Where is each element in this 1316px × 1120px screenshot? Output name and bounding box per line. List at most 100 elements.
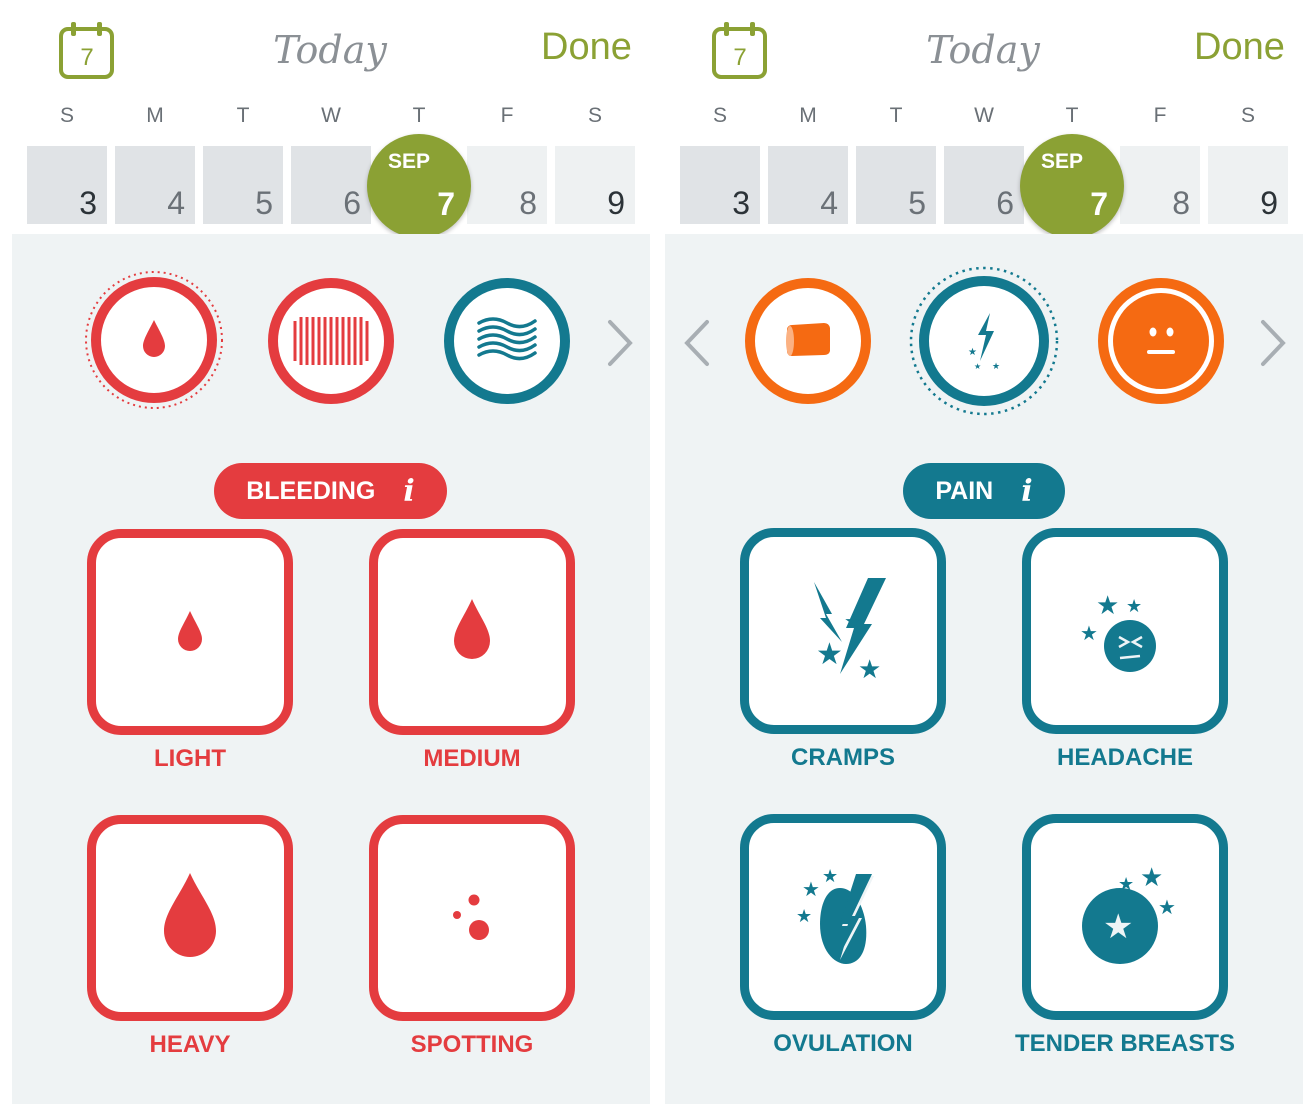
svg-text:★: ★ — [968, 347, 977, 358]
info-icon[interactable]: i — [403, 474, 414, 509]
svg-text:★: ★ — [1118, 874, 1134, 894]
option-tender-breasts[interactable]: ★ ★ ★ ★ TENDER BREASTS — [1015, 814, 1235, 1057]
option-cramps[interactable]: ★ ★ ★ CRAMPS — [740, 528, 946, 771]
date-cell[interactable]: 4 — [115, 146, 195, 224]
date-number: 5 — [255, 185, 273, 221]
category-label: BLEEDING — [246, 476, 376, 505]
weekday-letter: S — [712, 104, 727, 127]
option-label: SPOTTING — [410, 1031, 534, 1058]
date-cell[interactable]: 3 — [27, 146, 107, 224]
selected-day-number: 7 — [1090, 186, 1108, 222]
calendar-day-number: 7 — [80, 44, 93, 71]
svg-text:★: ★ — [844, 611, 862, 633]
date-cell[interactable]: 8 — [1120, 146, 1200, 224]
svg-text:★: ★ — [816, 638, 843, 671]
date-cell[interactable]: 6 — [291, 146, 371, 224]
option-medium[interactable]: MEDIUM — [369, 529, 575, 772]
svg-text:★: ★ — [796, 906, 812, 926]
weekday-letter: F — [1153, 104, 1167, 127]
date-number: 8 — [1172, 185, 1190, 221]
chevron-right-icon[interactable] — [1259, 318, 1289, 368]
option-label: CRAMPS — [790, 744, 895, 771]
option-light[interactable]: LIGHT — [87, 529, 293, 772]
date-cell[interactable]: 8 — [467, 146, 547, 224]
date-cell[interactable]: 9 — [1208, 146, 1288, 224]
spots-icon — [453, 894, 489, 940]
weekday-letter: T — [412, 104, 426, 127]
weekday-letter: T — [1065, 104, 1079, 127]
svg-text:★: ★ — [858, 654, 881, 684]
selected-day-number: 7 — [437, 186, 455, 222]
tampon-icon[interactable] — [744, 277, 872, 405]
calendar-icon[interactable]: 7 — [711, 20, 767, 79]
date-number: 9 — [1260, 185, 1278, 221]
tender-breasts-icon: ★ ★ ★ ★ — [1082, 862, 1176, 964]
option-heavy[interactable]: HEAVY — [87, 815, 293, 1058]
svg-text:★: ★ — [992, 361, 1000, 371]
option-label: OVULATION — [773, 1030, 913, 1057]
svg-text:★: ★ — [802, 879, 820, 901]
headache-icon: ★ ★ ★ — [1080, 590, 1156, 672]
category-label-pill[interactable]: PAIN i — [903, 463, 1065, 519]
weekday-letter: T — [889, 104, 903, 127]
svg-text:★: ★ — [1096, 590, 1119, 620]
selected-date[interactable]: SEP 7 — [1020, 134, 1124, 238]
date-number: 9 — [607, 185, 625, 221]
weekday-letter: M — [799, 104, 817, 127]
svg-text:★: ★ — [1140, 862, 1163, 892]
blood-drop-icon[interactable] — [84, 270, 224, 410]
date-cell[interactable]: 5 — [203, 146, 283, 224]
weekday-letter: W — [974, 104, 994, 127]
option-label: TENDER BREASTS — [1014, 1030, 1236, 1057]
tracking-panel-bleeding: 7 Today Done S M T W T F S 3 4 5 6 8 9 S… — [0, 0, 650, 1120]
selected-date[interactable]: SEP 7 — [367, 134, 471, 238]
weekday-letter: T — [236, 104, 250, 127]
svg-text:★: ★ — [1158, 897, 1176, 919]
weekday-letter: M — [146, 104, 164, 127]
pain-bolt-icon[interactable]: ★ ★ ★ — [908, 265, 1060, 417]
date-number: 4 — [820, 185, 838, 221]
svg-text:★: ★ — [1126, 596, 1142, 616]
option-label: HEAVY — [149, 1031, 231, 1058]
large-drop-icon — [164, 873, 216, 957]
calendar-day-number: 7 — [733, 44, 746, 71]
cramps-icon: ★ ★ ★ — [814, 578, 886, 684]
date-cell[interactable]: 4 — [768, 146, 848, 224]
chevron-right-icon[interactable] — [606, 318, 636, 368]
date-number: 4 — [167, 185, 185, 221]
weekday-letter: S — [1240, 104, 1255, 127]
done-button[interactable]: Done — [1194, 26, 1285, 69]
option-label: MEDIUM — [423, 745, 521, 772]
date-number: 3 — [79, 185, 97, 221]
page-title: Today — [926, 28, 1040, 72]
option-spotting[interactable]: SPOTTING — [369, 815, 575, 1058]
pad-icon[interactable] — [267, 277, 395, 405]
date-cell[interactable]: 9 — [555, 146, 635, 224]
svg-text:★: ★ — [1103, 908, 1133, 946]
date-number: 5 — [908, 185, 926, 221]
selected-month: SEP — [387, 150, 431, 173]
tracking-panel-pain: 7 Today Done S M T W T F S 3 4 5 6 8 9 S… — [653, 0, 1303, 1120]
weekday-letter: W — [321, 104, 341, 127]
date-number: 6 — [996, 185, 1014, 221]
svg-text:★: ★ — [822, 866, 838, 886]
ovulation-icon: ★ ★ ★ — [796, 866, 874, 964]
small-drop-icon — [178, 611, 202, 651]
selected-month: SEP — [1040, 150, 1084, 173]
category-label-pill[interactable]: BLEEDING i — [214, 463, 447, 519]
weekday-letter: S — [587, 104, 602, 127]
option-label: HEADACHE — [1056, 744, 1193, 771]
done-button[interactable]: Done — [541, 26, 632, 69]
info-icon[interactable]: i — [1021, 474, 1032, 509]
calendar-icon[interactable]: 7 — [58, 20, 114, 79]
weekday-letter: S — [59, 104, 74, 127]
mood-face-icon[interactable] — [1097, 277, 1225, 405]
date-cell[interactable]: 3 — [680, 146, 760, 224]
date-cell[interactable]: 5 — [856, 146, 936, 224]
chevron-left-icon[interactable] — [681, 318, 711, 368]
discharge-icon[interactable] — [443, 277, 571, 405]
option-headache[interactable]: ★ ★ ★ HEADACHE — [1022, 528, 1228, 771]
date-cell[interactable]: 6 — [944, 146, 1024, 224]
date-number: 3 — [732, 185, 750, 221]
option-ovulation[interactable]: ★ ★ ★ OVULATION — [740, 814, 946, 1057]
